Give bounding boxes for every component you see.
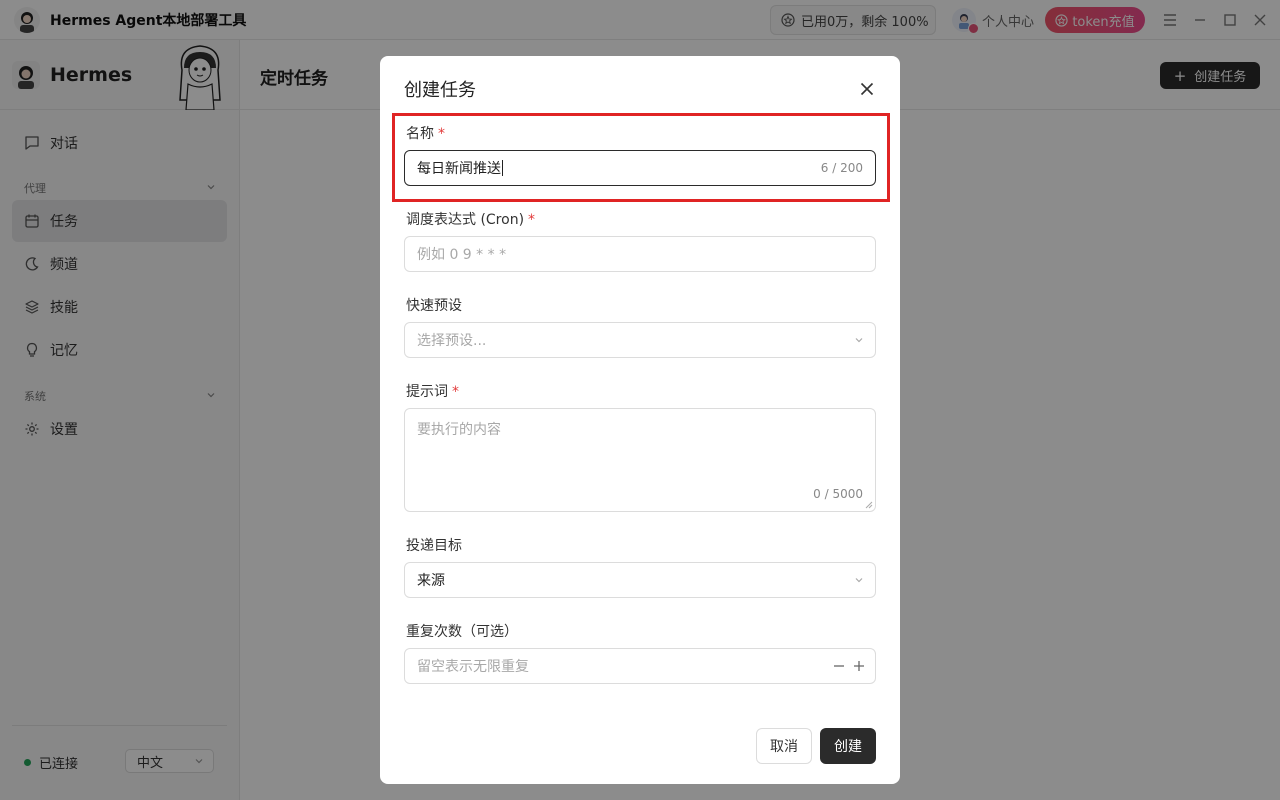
close-icon[interactable] [856,78,878,100]
repeat-input[interactable]: 留空表示无限重复 [404,648,876,684]
text-caret [502,160,503,176]
cron-label: 调度表达式 (Cron) * [406,209,535,229]
cron-placeholder: 例如 0 9 * * * [417,247,507,263]
chevron-down-icon [853,574,865,586]
resize-handle-icon[interactable] [865,501,873,509]
cron-input[interactable]: 例如 0 9 * * * [404,236,876,272]
required-mark: * [438,126,445,142]
name-label: 名称 * [406,123,445,143]
name-input[interactable]: 每日新闻推送 6 / 200 [404,150,876,186]
create-button[interactable]: 创建 [820,728,876,764]
required-mark: * [528,212,536,228]
repeat-label: 重复次数（可选） [406,621,518,641]
target-select[interactable]: 来源 [404,562,876,598]
target-label: 投递目标 [406,535,462,555]
preset-label-text: 快速预设 [406,298,462,314]
cron-label-text: 调度表达式 (Cron) [406,212,525,228]
increment-button[interactable] [851,658,867,674]
preset-placeholder: 选择预设... [417,333,487,349]
prompt-label: 提示词 * [406,381,459,401]
target-value: 来源 [417,573,445,589]
target-label-text: 投递目标 [406,538,462,554]
repeat-label-text: 重复次数（可选） [406,624,518,640]
preset-select[interactable]: 选择预设... [404,322,876,358]
chevron-down-icon [853,334,865,346]
cancel-button[interactable]: 取消 [756,728,812,764]
name-char-count: 6 / 200 [820,161,863,175]
name-label-text: 名称 [406,126,434,142]
create-task-dialog: 创建任务 名称 * 每日新闻推送 6 / 200 调度表达式 (Cron) * 例如… [380,56,900,784]
name-value: 每日新闻推送 [417,161,501,177]
prompt-textarea[interactable]: 要执行的内容 0 / 5000 [404,408,876,512]
prompt-label-text: 提示词 [406,384,448,400]
preset-label: 快速预设 [406,295,462,315]
repeat-placeholder: 留空表示无限重复 [417,659,529,675]
prompt-placeholder: 要执行的内容 [417,422,501,438]
required-mark: * [452,384,459,400]
dialog-title: 创建任务 [404,80,476,101]
decrement-button[interactable] [831,658,847,674]
prompt-char-count: 0 / 5000 [813,487,863,501]
